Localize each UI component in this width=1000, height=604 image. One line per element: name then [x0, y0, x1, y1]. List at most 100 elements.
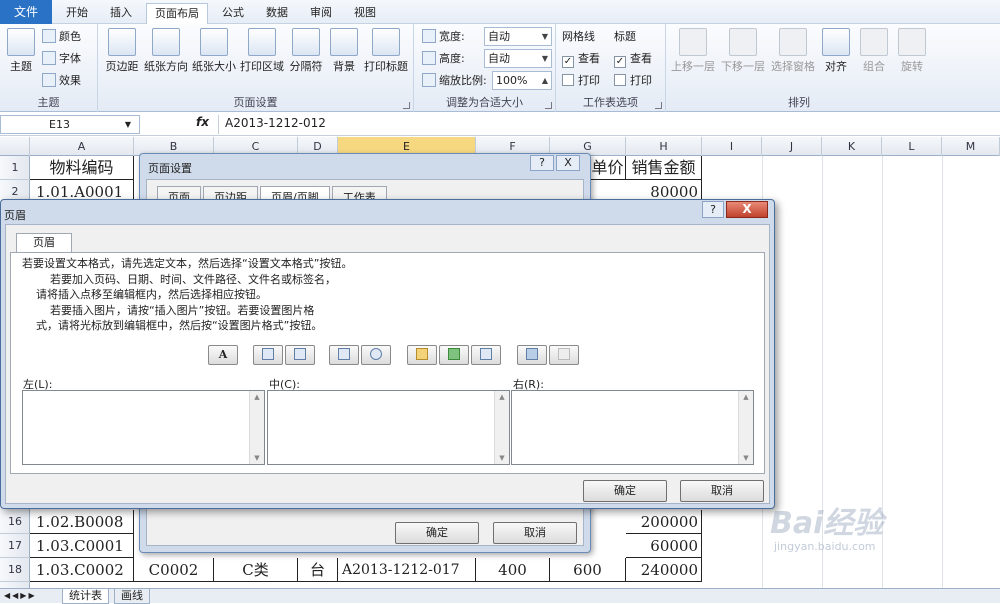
format-text-button[interactable]: A: [208, 345, 238, 365]
headings-print-checkbox[interactable]: 打印: [614, 72, 652, 90]
cell-g1[interactable]: 单价: [590, 156, 626, 180]
tab-file[interactable]: 文件: [0, 0, 52, 24]
tab-view[interactable]: 视图: [346, 3, 384, 24]
right-section-input[interactable]: ▲ ▼: [511, 390, 754, 465]
print-titles-button[interactable]: 打印标题: [362, 28, 410, 73]
column-header[interactable]: M: [942, 137, 1000, 156]
sheet-options-launcher[interactable]: [655, 102, 662, 109]
gridlines-print-checkbox[interactable]: 打印: [562, 72, 600, 90]
help-icon[interactable]: ?: [530, 155, 554, 171]
cell-h18[interactable]: 240000: [626, 558, 702, 582]
scroll-up-icon[interactable]: ▲: [495, 393, 509, 401]
cell-d18[interactable]: 台: [298, 558, 338, 582]
cell-c18[interactable]: C类: [214, 558, 298, 582]
row-header[interactable]: 16: [0, 510, 30, 534]
page-setup-cancel-button[interactable]: 取消: [493, 522, 577, 544]
column-header[interactable]: K: [822, 137, 882, 156]
rotate-button[interactable]: 旋转: [894, 28, 930, 73]
orientation-button[interactable]: 纸张方向: [142, 28, 190, 73]
scroll-down-icon[interactable]: ▼: [495, 454, 509, 462]
center-section-input[interactable]: ▲ ▼: [267, 390, 510, 465]
tab-header[interactable]: 页眉: [16, 233, 72, 253]
scale-spinner[interactable]: 100% ▲: [492, 71, 552, 90]
formula-input[interactable]: A2013-1212-012: [218, 115, 1000, 134]
name-box[interactable]: E13 ▼: [0, 115, 140, 134]
effects-button[interactable]: 效果: [42, 72, 81, 90]
insert-file-path-button[interactable]: [407, 345, 437, 365]
scrollbar[interactable]: ▲ ▼: [738, 391, 753, 464]
cell-b18[interactable]: C0002: [134, 558, 214, 582]
width-combo[interactable]: 自动 ▼: [484, 27, 552, 46]
height-combo[interactable]: 自动 ▼: [484, 49, 552, 68]
column-header[interactable]: H: [626, 137, 702, 156]
header-cancel-button[interactable]: 取消: [680, 480, 764, 502]
headings-view-checkbox[interactable]: ✓ 查看: [614, 50, 652, 68]
cell-g18[interactable]: 600: [550, 558, 626, 582]
select-all-corner[interactable]: [0, 137, 30, 156]
tab-insert[interactable]: 插入: [102, 3, 140, 24]
sheet-tab[interactable]: 画线: [114, 589, 150, 604]
align-button[interactable]: 对齐: [818, 28, 854, 73]
colors-button[interactable]: 颜色: [42, 28, 81, 46]
insert-sheet-name-button[interactable]: [471, 345, 501, 365]
sheet-tab-active[interactable]: 统计表: [62, 589, 109, 604]
cell-f18[interactable]: 400: [476, 558, 550, 582]
scrollbar[interactable]: ▲ ▼: [249, 391, 264, 464]
cell-h1[interactable]: 销售金额: [626, 156, 702, 180]
tab-home[interactable]: 开始: [58, 3, 96, 24]
bring-forward-button[interactable]: 上移一层: [668, 28, 718, 73]
tab-page-layout[interactable]: 页面布局: [146, 3, 208, 24]
column-header[interactable]: I: [702, 137, 762, 156]
column-header[interactable]: J: [762, 137, 822, 156]
tab-data[interactable]: 数据: [258, 3, 296, 24]
scroll-down-icon[interactable]: ▼: [739, 454, 753, 462]
fonts-button[interactable]: 字体: [42, 50, 81, 68]
page-setup-title: 页面设置: [148, 162, 192, 175]
row-header[interactable]: 1: [0, 156, 30, 180]
themes-button[interactable]: 主题: [4, 28, 38, 73]
column-header[interactable]: L: [882, 137, 942, 156]
page-setup-ok-button[interactable]: 确定: [395, 522, 479, 544]
insert-file-name-button[interactable]: [439, 345, 469, 365]
cell-a18[interactable]: 1.03.C0002: [30, 558, 134, 582]
header-ok-button[interactable]: 确定: [583, 480, 667, 502]
cell-a1[interactable]: 物料编码: [30, 156, 134, 180]
group-button[interactable]: 组合: [856, 28, 892, 73]
left-section-input[interactable]: ▲ ▼: [22, 390, 265, 465]
scroll-up-icon[interactable]: ▲: [250, 393, 264, 401]
column-header[interactable]: A: [30, 137, 134, 156]
send-backward-button[interactable]: 下移一层: [718, 28, 768, 73]
insert-date-button[interactable]: [329, 345, 359, 365]
background-button[interactable]: 背景: [328, 28, 360, 73]
cell-a16[interactable]: 1.02.B0008: [30, 510, 134, 534]
cell-h17[interactable]: 60000: [626, 534, 702, 558]
cell-a17[interactable]: 1.03.C0001: [30, 534, 134, 558]
format-picture-button[interactable]: [549, 345, 579, 365]
tab-formulas[interactable]: 公式: [214, 3, 252, 24]
scale-launcher[interactable]: [545, 102, 552, 109]
insert-page-count-button[interactable]: [285, 345, 315, 365]
size-button[interactable]: 纸张大小: [190, 28, 238, 73]
insert-function-icon[interactable]: fx: [196, 115, 209, 129]
selection-pane-button[interactable]: 选择窗格: [768, 28, 818, 73]
close-icon[interactable]: X: [556, 155, 580, 171]
close-icon[interactable]: X: [726, 201, 768, 218]
scrollbar[interactable]: ▲ ▼: [494, 391, 509, 464]
help-icon[interactable]: ?: [702, 201, 724, 218]
row-header[interactable]: 17: [0, 534, 30, 558]
insert-picture-button[interactable]: [517, 345, 547, 365]
breaks-button[interactable]: 分隔符: [286, 28, 326, 73]
page-setup-launcher[interactable]: [403, 102, 410, 109]
scroll-down-icon[interactable]: ▼: [250, 454, 264, 462]
sheet-nav-arrows-icon[interactable]: ◀◀▶▶: [4, 589, 37, 603]
cell-e18[interactable]: A2013-1212-017: [338, 558, 476, 582]
print-area-button[interactable]: 打印区域: [238, 28, 286, 73]
insert-time-button[interactable]: [361, 345, 391, 365]
gridlines-view-checkbox[interactable]: ✓ 查看: [562, 50, 600, 68]
tab-review[interactable]: 审阅: [302, 3, 340, 24]
cell-h16[interactable]: 200000: [626, 510, 702, 534]
scroll-up-icon[interactable]: ▲: [739, 393, 753, 401]
row-header[interactable]: 18: [0, 558, 30, 582]
insert-page-number-button[interactable]: [253, 345, 283, 365]
margins-button[interactable]: 页边距: [102, 28, 142, 73]
